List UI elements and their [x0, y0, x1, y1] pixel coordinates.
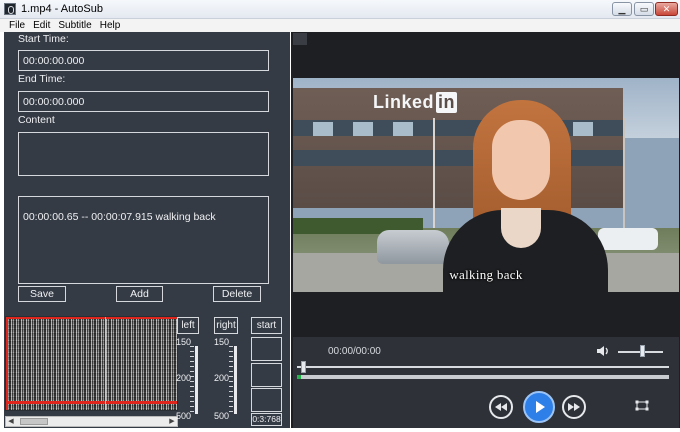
scale-label-right: 500 [214, 411, 230, 421]
end-time-input[interactable] [18, 91, 269, 112]
video-frame[interactable]: Linked in walking back [293, 78, 679, 292]
scrollbar-thumb[interactable] [20, 418, 48, 425]
building-logo: Linked in [373, 92, 458, 113]
minimize-button[interactable]: ▁ [612, 2, 632, 16]
content-textarea[interactable] [18, 132, 269, 176]
fast-forward-icon [568, 403, 580, 411]
title-bar: 1.mp4 - AutoSub ▁ ▭ ✕ [0, 0, 680, 19]
time-readout: 00:00/00:00 [328, 346, 381, 357]
right-slider-ticks [229, 346, 233, 414]
scale-label-right: 150 [214, 337, 230, 347]
content-label: Content [18, 114, 55, 126]
scale-label-left: 500 [176, 411, 192, 421]
start-time-input[interactable] [18, 50, 269, 71]
play-icon [536, 401, 545, 413]
fullscreen-icon[interactable] [635, 400, 649, 411]
spectrogram-scrollbar[interactable]: ◀ ▶ [5, 416, 178, 427]
menu-help[interactable]: Help [96, 19, 125, 32]
selection-border-bottom [6, 401, 177, 404]
rewind-icon [495, 403, 507, 411]
progress-bar[interactable] [297, 375, 669, 379]
list-item[interactable]: 00:00:00.65 -- 00:00:07.915 walking back [23, 211, 216, 223]
panel-handle [293, 33, 307, 45]
scale-label-right: 200 [214, 373, 230, 383]
menu-bar: File Edit Subtitle Help [0, 19, 680, 32]
play-button[interactable] [523, 391, 555, 423]
menu-edit[interactable]: Edit [29, 19, 54, 32]
scale-label-left: 150 [176, 337, 192, 347]
delete-button[interactable]: Delete [213, 286, 261, 302]
building-window [313, 122, 333, 136]
logo-in-mark: in [436, 92, 458, 113]
left-slider-ticks [190, 346, 194, 414]
save-button[interactable]: Save [18, 286, 66, 302]
building-window [393, 122, 413, 136]
maximize-button[interactable]: ▭ [634, 2, 654, 16]
start-time-label: Start Time: [18, 33, 69, 45]
app-icon [4, 3, 16, 15]
left-vertical-slider[interactable] [195, 346, 198, 414]
building-window [573, 122, 593, 136]
scroll-left-icon[interactable]: ◀ [6, 417, 16, 426]
close-button[interactable]: ✕ [655, 2, 678, 16]
video-player-panel: Linked in walking back 00:00/00:00 [291, 32, 680, 428]
presenter-top [501, 208, 541, 248]
player-controls: 00:00/00:00 [293, 337, 679, 428]
right-vertical-slider[interactable] [234, 346, 237, 414]
window-title: 1.mp4 - AutoSub [21, 3, 103, 15]
volume-thumb[interactable] [640, 345, 645, 357]
audio-spectrogram[interactable] [5, 316, 178, 411]
add-button[interactable]: Add [116, 286, 163, 302]
selection-border-top [6, 317, 177, 319]
selection-border-left [6, 317, 8, 410]
end-time-label: End Time: [18, 73, 66, 85]
tree [623, 118, 679, 228]
menu-file[interactable]: File [0, 19, 29, 32]
fast-forward-button[interactable] [562, 395, 586, 419]
spectrogram-texture [6, 317, 177, 410]
seek-slider[interactable] [297, 366, 669, 368]
progress-fill [297, 375, 301, 379]
scale-label-left: 200 [176, 373, 192, 383]
start-button[interactable]: start [251, 317, 282, 334]
marker-slot[interactable] [251, 337, 282, 361]
rewind-button[interactable] [489, 395, 513, 419]
presenter-face [492, 120, 550, 200]
marker-slot[interactable] [251, 388, 282, 412]
car [598, 228, 658, 250]
left-button[interactable]: left [177, 317, 199, 334]
subtitle-overlay: walking back [449, 267, 523, 282]
building-window [353, 122, 373, 136]
subtitle-list[interactable]: 00:00:00.65 -- 00:00:07.915 walking back [18, 196, 269, 284]
subtitle-editor-panel: Start Time: End Time: Content 00:00:00.6… [4, 32, 290, 428]
seek-thumb[interactable] [300, 361, 306, 373]
right-button[interactable]: right [214, 317, 238, 334]
logo-text: Linked [373, 92, 435, 112]
volume-icon[interactable] [596, 345, 610, 357]
position-readout: 0:3:768 [251, 413, 282, 426]
car [377, 230, 449, 264]
menu-subtitle[interactable]: Subtitle [54, 19, 95, 32]
marker-slot[interactable] [251, 363, 282, 387]
playhead-cursor[interactable] [105, 317, 106, 410]
